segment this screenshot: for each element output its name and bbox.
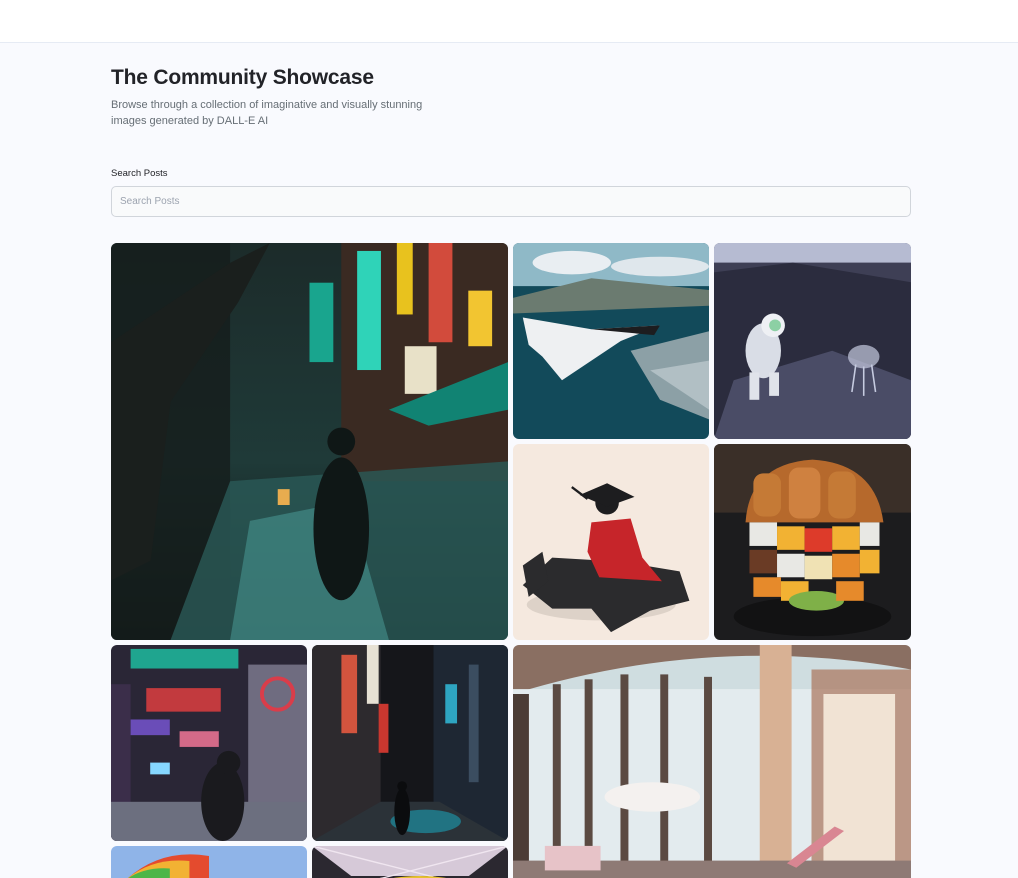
search-input[interactable]: [111, 186, 911, 217]
post-card-space-shuttle[interactable]: [513, 243, 709, 439]
post-card-neon-ceiling[interactable]: [312, 846, 508, 878]
neon-alley-man-image: [111, 645, 307, 841]
post-card-samurai[interactable]: [513, 444, 709, 640]
page-header: The Community Showcase Browse through a …: [111, 66, 441, 129]
astronaut-jellyfish-image: [714, 243, 911, 439]
night-alley-image: [312, 645, 508, 841]
glass-room-interior-image: [513, 645, 911, 878]
post-card-astronaut[interactable]: [714, 243, 911, 439]
neon-street-night-image: [111, 243, 508, 640]
rubiks-burger-image: [714, 444, 911, 640]
post-card-glass-room[interactable]: [513, 645, 911, 878]
page-subtitle: Browse through a collection of imaginati…: [111, 99, 423, 127]
post-card-night-alley[interactable]: [312, 645, 508, 841]
post-card-rainbow-balloon[interactable]: [111, 846, 307, 878]
samurai-horse-image: [513, 444, 709, 640]
space-shuttle-coast-image: [513, 243, 709, 439]
search-label: Search Posts: [111, 168, 168, 179]
post-card-neon-alley[interactable]: [111, 645, 307, 841]
rainbow-balloon-image: [111, 846, 307, 878]
post-card-rubiks-burger[interactable]: [714, 444, 911, 640]
post-card-neon-street[interactable]: [111, 243, 508, 640]
page-title: The Community Showcase: [111, 66, 374, 89]
neon-ceiling-image: [312, 846, 508, 878]
top-navbar: [0, 0, 1018, 43]
